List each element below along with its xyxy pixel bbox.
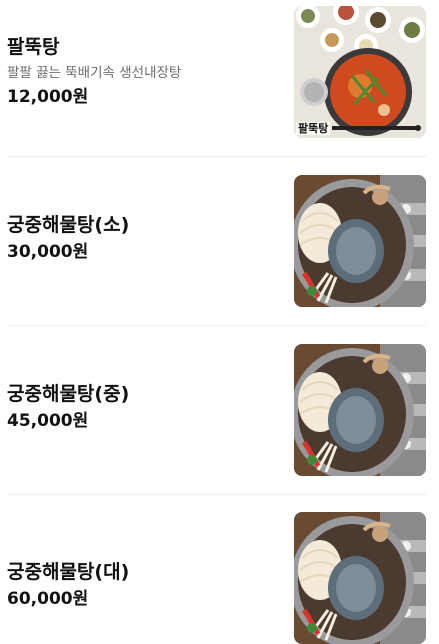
menu-item-seafood-large[interactable]: 궁중해물탕(대) 60,000원	[0, 506, 439, 644]
divider	[7, 494, 426, 495]
menu-item-seafood-small[interactable]: 궁중해물탕(소) 30,000원	[0, 169, 439, 307]
seafood-hotpot-photo	[294, 512, 426, 644]
menu-item-seafood-medium[interactable]: 궁중해물탕(중) 45,000원	[0, 338, 439, 476]
menu-item-photo[interactable]	[294, 512, 426, 644]
photo-caption: 팔뚝탕	[296, 122, 331, 135]
menu-item-price: 30,000원	[7, 242, 89, 262]
menu-item-name: 궁중해물탕(대)	[7, 561, 130, 583]
divider	[7, 325, 426, 326]
fish-stew-photo	[294, 6, 426, 138]
divider	[7, 156, 426, 157]
seafood-hotpot-photo	[294, 175, 426, 307]
menu-item-photo[interactable]: 팔뚝탕	[294, 6, 426, 138]
menu-item-name: 궁중해물탕(중)	[7, 383, 130, 405]
menu-item-text: 궁중해물탕(중) 45,000원	[7, 338, 277, 476]
menu-list: 팔뚝탕 팔팔 끓는 뚝배기속 생선내장탕 12,000원 팔뚝탕 궁중해물탕(소…	[0, 0, 439, 612]
seafood-hotpot-photo	[294, 344, 426, 476]
menu-item-text: 궁중해물탕(대) 60,000원	[7, 506, 277, 624]
menu-item-palttuktang[interactable]: 팔뚝탕 팔팔 끓는 뚝배기속 생선내장탕 12,000원 팔뚝탕	[0, 2, 439, 140]
menu-item-price: 60,000원	[7, 589, 89, 609]
menu-item-text: 궁중해물탕(소) 30,000원	[7, 169, 277, 307]
menu-item-photo[interactable]	[294, 344, 426, 476]
menu-item-description: 팔팔 끓는 뚝배기속 생선내장탕	[7, 64, 182, 81]
menu-item-price: 45,000원	[7, 411, 89, 431]
menu-item-price: 12,000원	[7, 86, 89, 107]
menu-item-name: 궁중해물탕(소)	[7, 214, 130, 236]
menu-item-photo[interactable]	[294, 175, 426, 307]
menu-item-text: 팔뚝탕 팔팔 끓는 뚝배기속 생선내장탕 12,000원	[7, 2, 277, 140]
menu-item-name: 팔뚝탕	[7, 35, 60, 58]
